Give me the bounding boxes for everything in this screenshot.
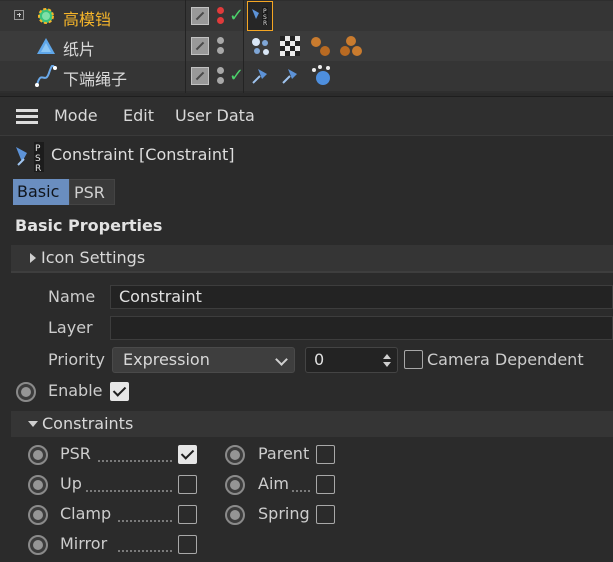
enabled-check-icon[interactable]: ✓: [229, 5, 244, 26]
spring-checkbox[interactable]: [316, 505, 335, 524]
polygon-object-icon: [38, 8, 54, 24]
svg-text:S: S: [35, 154, 41, 164]
dynamics-tag-icon[interactable]: [309, 64, 333, 88]
menu-mode[interactable]: Mode: [54, 106, 98, 125]
aim-label: Aim: [258, 474, 289, 493]
dotted-leader: [118, 520, 172, 522]
animation-keyframe-icon[interactable]: [225, 475, 245, 495]
spline-object-icon: [35, 65, 57, 87]
object-name[interactable]: 高模铛: [63, 6, 111, 30]
cloth-tag-icon[interactable]: [249, 35, 273, 57]
tab-psr[interactable]: PSR: [69, 179, 115, 205]
tab-basic[interactable]: Basic: [13, 179, 75, 205]
priority-select[interactable]: Expression: [112, 347, 295, 373]
name-label: Name: [48, 287, 96, 306]
svg-text:R: R: [263, 20, 267, 27]
hamburger-menu-icon[interactable]: [16, 109, 38, 125]
enabled-check-icon[interactable]: ✓: [229, 65, 244, 86]
object-row[interactable]: 下端绳子 ✓: [0, 61, 613, 91]
up-label: Up: [60, 474, 82, 493]
plane-object-icon: [37, 38, 55, 54]
dotted-leader: [86, 490, 172, 492]
constraint-tag[interactable]: P S R: [247, 1, 273, 31]
dotted-leader: [292, 490, 310, 492]
clamp-label: Clamp: [60, 504, 112, 523]
object-row[interactable]: 高模铛 ✓ P S R: [0, 1, 613, 31]
camera-dependent-label: Camera Dependent: [427, 350, 584, 369]
group-constraints[interactable]: Constraints: [11, 411, 613, 437]
mirror-checkbox[interactable]: [178, 535, 197, 554]
animation-keyframe-icon[interactable]: [28, 445, 48, 465]
object-title: Constraint [Constraint]: [51, 145, 235, 164]
column-separator: [243, 0, 244, 93]
group-label: Constraints: [42, 414, 134, 433]
column-separator: [185, 0, 186, 93]
priority-number: 0: [314, 350, 325, 369]
object-manager: 高模铛 ✓ P S R 纸片 下端绳子 ✓: [0, 0, 613, 93]
animation-keyframe-icon[interactable]: [28, 535, 48, 555]
group-icon-settings[interactable]: Icon Settings: [11, 245, 613, 271]
triangle-right-icon: [30, 253, 36, 263]
priority-value: Expression: [123, 350, 210, 369]
animation-keyframe-icon[interactable]: [225, 505, 245, 525]
parent-checkbox[interactable]: [316, 445, 335, 464]
visibility-dots[interactable]: [217, 7, 225, 27]
parent-label: Parent: [258, 444, 310, 463]
visibility-dots[interactable]: [217, 67, 225, 87]
material-icon[interactable]: [308, 34, 332, 58]
animation-keyframe-icon[interactable]: [225, 445, 245, 465]
clamp-checkbox[interactable]: [178, 505, 197, 524]
chevron-down-icon: [275, 353, 288, 366]
svg-text:P: P: [35, 144, 41, 154]
object-name[interactable]: 下端绳子: [63, 66, 127, 90]
triangle-down-icon: [28, 421, 38, 427]
object-name[interactable]: 纸片: [63, 36, 95, 60]
visibility-dots[interactable]: [217, 37, 225, 57]
menu-user-data[interactable]: User Data: [175, 106, 255, 125]
priority-number-field[interactable]: 0: [305, 347, 398, 373]
layer-toggle[interactable]: [191, 67, 209, 85]
camera-dependent-checkbox[interactable]: [404, 350, 423, 369]
svg-text:R: R: [35, 164, 41, 173]
divider: [11, 271, 613, 273]
animation-keyframe-icon[interactable]: [28, 505, 48, 525]
object-header: P S R Constraint [Constraint]: [0, 139, 613, 175]
psr-checkbox[interactable]: [178, 445, 197, 464]
dotted-leader: [118, 550, 172, 552]
enable-checkbox[interactable]: [110, 382, 129, 401]
object-row[interactable]: 纸片: [0, 31, 613, 61]
enable-label: Enable: [48, 381, 103, 400]
checker-material-icon[interactable]: [280, 36, 300, 56]
attribute-menubar: Mode Edit User Data: [0, 96, 613, 136]
layer-toggle[interactable]: [191, 37, 209, 55]
menu-edit[interactable]: Edit: [123, 106, 154, 125]
name-field[interactable]: Constraint: [110, 285, 613, 309]
constraint-tag-icon: P S R: [252, 7, 268, 27]
layer-label: Layer: [48, 318, 93, 337]
mirror-label: Mirror: [60, 534, 108, 553]
layer-field[interactable]: [110, 316, 613, 340]
psr-label: PSR: [60, 444, 91, 463]
material-icon[interactable]: [338, 34, 364, 58]
pin-tag-icon[interactable]: [279, 65, 301, 87]
expand-icon[interactable]: [14, 10, 24, 20]
section-title-basic-properties: Basic Properties: [15, 216, 163, 235]
animation-keyframe-icon[interactable]: [28, 475, 48, 495]
aim-checkbox[interactable]: [316, 475, 335, 494]
group-label: Icon Settings: [41, 248, 146, 267]
spin-down-icon[interactable]: [383, 362, 391, 367]
spring-label: Spring: [258, 504, 310, 523]
up-checkbox[interactable]: [178, 475, 197, 494]
constraint-icon: P S R: [16, 142, 44, 173]
dotted-leader: [98, 460, 172, 462]
animation-keyframe-icon[interactable]: [16, 382, 36, 402]
pin-tag-icon[interactable]: [249, 65, 271, 87]
layer-toggle[interactable]: [191, 7, 209, 25]
priority-label: Priority: [48, 350, 105, 369]
spin-up-icon[interactable]: [383, 354, 391, 359]
